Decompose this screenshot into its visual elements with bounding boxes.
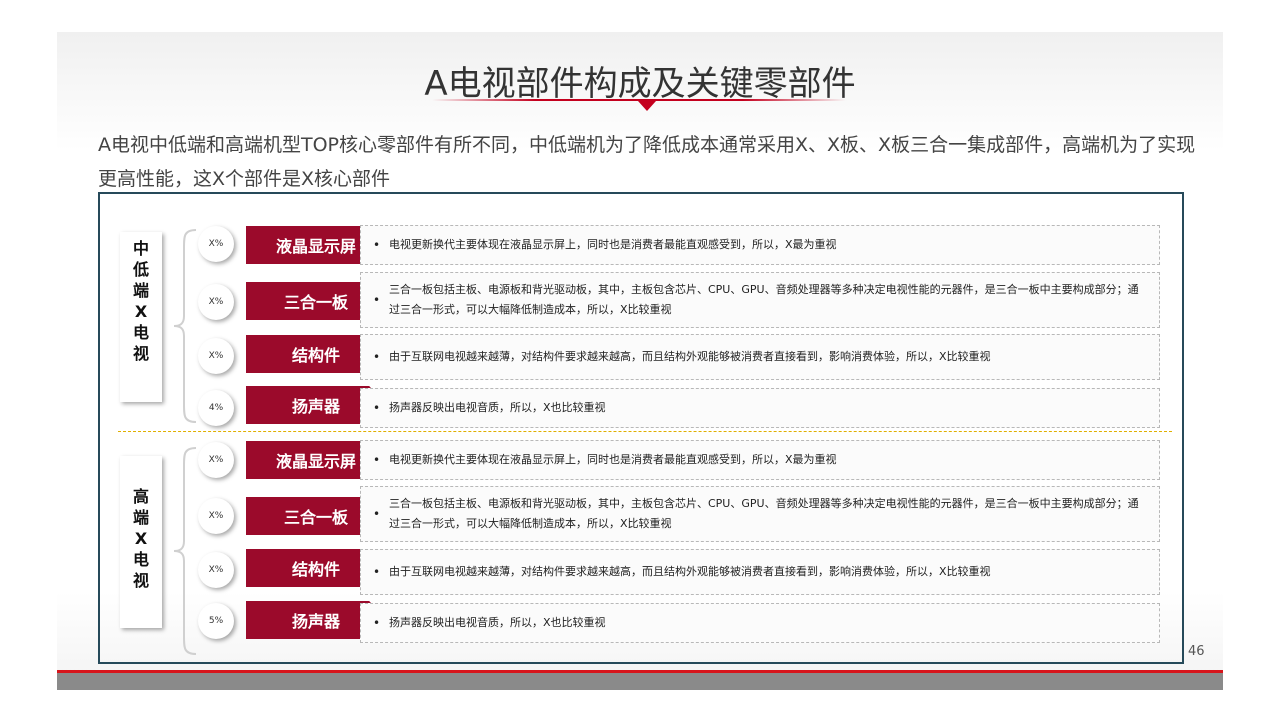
- component-desc-structure: • 由于互联网电视越来越薄，对结构件要求越来越高，而且结构外观能够被消费者直接看…: [360, 549, 1160, 595]
- percent-circle: X%: [198, 552, 234, 588]
- bullet: •: [373, 616, 381, 630]
- group-label-low-end: 中 低 端 X 电 视: [120, 232, 162, 402]
- group-divider: [118, 431, 1172, 432]
- component-desc-speaker: • 扬声器反映出电视音质，所以，X也比较重视: [360, 603, 1160, 643]
- percent-circle: X%: [198, 226, 234, 262]
- intro-text: A电视中低端和高端机型TOP核心零部件有所不同，中低端机为了降低成本通常采用X、…: [98, 134, 1196, 190]
- desc-text: 三合一板包括主板、电源板和背光驱动板，其中，主板包含芯片、CPU、GPU、音频处…: [389, 497, 1139, 530]
- footer-gray-bar: [57, 673, 1223, 690]
- percent-circle: X%: [198, 442, 234, 478]
- percent-circle: X%: [198, 498, 234, 534]
- component-desc-speaker: • 扬声器反映出电视音质，所以，X也比较重视: [360, 388, 1160, 428]
- desc-text: 三合一板包括主板、电源板和背光驱动板，其中，主板包含芯片、CPU、GPU、音频处…: [389, 283, 1139, 316]
- component-desc-lcd: • 电视更新换代主要体现在液晶显示屏上，同时也是消费者最能直观感受到，所以，X最…: [360, 225, 1160, 265]
- bullet: •: [373, 401, 381, 415]
- bullet: •: [373, 350, 381, 364]
- page-number: 46: [1188, 644, 1205, 659]
- bullet: •: [373, 565, 381, 579]
- bullet: •: [373, 293, 381, 307]
- bullet: •: [373, 238, 381, 252]
- desc-text: 扬声器反映出电视音质，所以，X也比较重视: [389, 616, 606, 629]
- desc-text: 电视更新换代主要体现在液晶显示屏上，同时也是消费者最能直观感受到，所以，X最为重…: [389, 238, 837, 251]
- percent-circle: 4%: [198, 390, 234, 426]
- group-label-high-end: 高 端 X 电 视: [120, 456, 162, 628]
- component-desc-structure: • 由于互联网电视越来越薄，对结构件要求越来越高，而且结构外观能够被消费者直接看…: [360, 334, 1160, 380]
- group-brace-high-end: [173, 447, 197, 655]
- percent-circle: X%: [198, 338, 234, 374]
- desc-text: 由于互联网电视越来越薄，对结构件要求越来越高，而且结构外观能够被消费者直接看到，…: [389, 350, 991, 363]
- component-desc-board: • 三合一板包括主板、电源板和背光驱动板，其中，主板包含芯片、CPU、GPU、音…: [360, 272, 1160, 328]
- bullet: •: [373, 507, 381, 521]
- component-desc-lcd: • 电视更新换代主要体现在液晶显示屏上，同时也是消费者最能直观感受到，所以，X最…: [360, 440, 1160, 480]
- desc-text: 由于互联网电视越来越薄，对结构件要求越来越高，而且结构外观能够被消费者直接看到，…: [389, 565, 991, 578]
- percent-circle: 5%: [198, 603, 234, 639]
- percent-circle: X%: [198, 284, 234, 320]
- component-desc-board: • 三合一板包括主板、电源板和背光驱动板，其中，主板包含芯片、CPU、GPU、音…: [360, 486, 1160, 542]
- page-title: A电视部件构成及关键零部件: [424, 64, 856, 104]
- desc-text: 扬声器反映出电视音质，所以，X也比较重视: [389, 401, 606, 414]
- desc-text: 电视更新换代主要体现在液晶显示屏上，同时也是消费者最能直观感受到，所以，X最为重…: [389, 453, 837, 466]
- bullet: •: [373, 453, 381, 467]
- title-triangle-marker: [638, 101, 656, 111]
- group-brace-low-end: [173, 229, 197, 423]
